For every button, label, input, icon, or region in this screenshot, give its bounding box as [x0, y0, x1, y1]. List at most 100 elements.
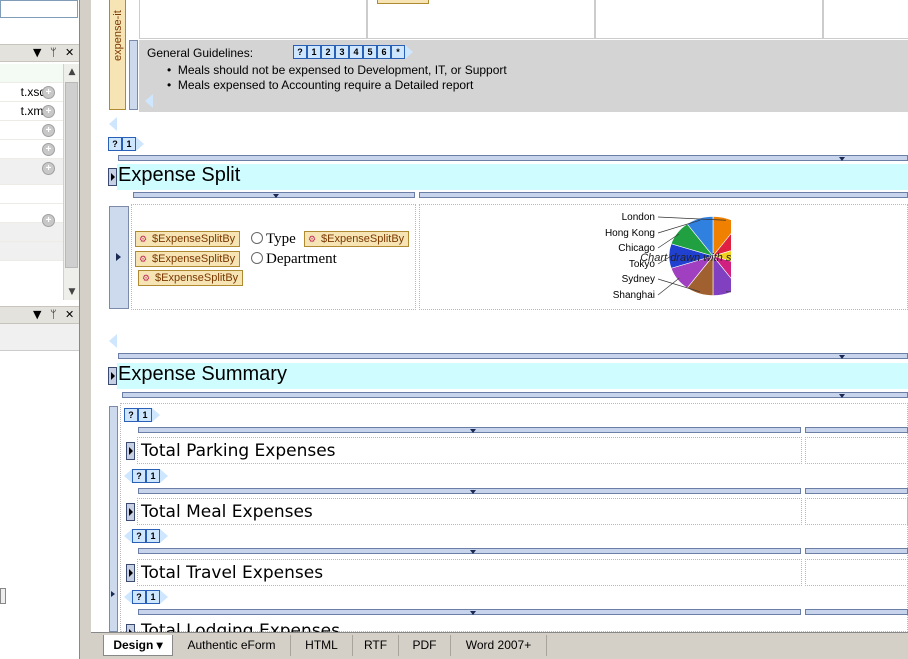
tab-pdf[interactable]: PDF [399, 635, 451, 656]
tab-help[interactable]: ? [132, 468, 146, 483]
column-bar[interactable] [118, 353, 908, 359]
guidelines-title: General Guidelines: [147, 46, 254, 60]
column-bar[interactable] [138, 548, 801, 554]
tab-1[interactable]: 1 [146, 528, 160, 543]
template-vertical-tab[interactable]: expense-it [109, 0, 126, 110]
column-bar[interactable] [138, 609, 801, 615]
column-bar[interactable] [805, 488, 908, 494]
guideline-tabs: ? 1 2 3 4 5 6 * [293, 44, 413, 59]
column-bar[interactable] [138, 488, 801, 494]
tab-rtf[interactable]: RTF [353, 635, 399, 656]
column-bar[interactable] [122, 392, 908, 398]
column-bar[interactable] [133, 192, 415, 198]
tab-help[interactable]: ? [132, 589, 146, 604]
tabs-end-arrow-icon [136, 136, 144, 151]
pie-label: Hong Kong [605, 228, 655, 239]
tabs-end-arrow-icon [152, 407, 160, 422]
scroll-down-icon[interactable]: ▼ [64, 284, 79, 300]
column-bar[interactable] [419, 192, 908, 198]
tab-add[interactable]: * [391, 44, 405, 59]
section-marker[interactable] [108, 168, 117, 186]
pin-icon[interactable]: ᛘ [50, 308, 57, 321]
vertical-scrollbar[interactable]: ▲ ▼ [63, 64, 79, 300]
radio-department[interactable] [251, 252, 263, 264]
row-label: Total Meal Expenses [141, 502, 313, 522]
dropdown-icon[interactable]: ▼ [33, 46, 41, 59]
table-cell [805, 437, 908, 464]
row-marker[interactable] [126, 564, 135, 582]
list-item[interactable] [0, 64, 64, 83]
field-tag[interactable]: ⚙ $ExpenseSplitBy [138, 270, 244, 286]
guideline-text: Meals should not be expensed to Developm… [177, 63, 507, 77]
tab-help[interactable]: ? [124, 407, 138, 422]
table-cell [367, 0, 595, 39]
scroll-thumb[interactable] [65, 82, 78, 268]
tab-6[interactable]: 6 [377, 44, 391, 59]
scroll-up-icon[interactable]: ▲ [64, 64, 79, 80]
tab-2[interactable]: 2 [321, 44, 335, 59]
pin-icon[interactable]: ᛘ [50, 46, 57, 59]
tab-authentic-eform[interactable]: Authentic eForm [173, 635, 291, 656]
small-tabs: ? 1 [124, 407, 160, 422]
close-icon[interactable]: ✕ [65, 46, 74, 59]
tab-design[interactable]: Design ▾ [103, 635, 173, 656]
field-tag[interactable]: ⚙ $ExpenseSplitBy [304, 231, 410, 247]
column-bar[interactable] [805, 427, 908, 433]
tab-1[interactable]: 1 [122, 136, 136, 151]
column-bar[interactable] [805, 609, 908, 615]
close-icon[interactable]: ✕ [65, 308, 74, 321]
tab-5[interactable]: 5 [363, 44, 377, 59]
add-icon[interactable]: + [42, 214, 55, 227]
row-marker[interactable] [109, 206, 129, 309]
add-icon[interactable]: + [42, 143, 55, 156]
row-marker[interactable] [129, 40, 138, 110]
add-icon[interactable]: + [42, 86, 55, 99]
tab-help[interactable]: ? [108, 136, 122, 151]
end-marker-icon [145, 94, 153, 108]
tab-html[interactable]: HTML [291, 635, 353, 656]
tab-1[interactable]: 1 [307, 44, 321, 59]
add-icon[interactable]: + [42, 124, 55, 137]
tab-3[interactable]: 3 [335, 44, 349, 59]
tab-1[interactable]: 1 [138, 407, 152, 422]
tabs-end-arrow-icon [160, 589, 168, 604]
field-tag[interactable]: ⚙ $ExpenseSplitBy [135, 251, 241, 267]
dropdown-icon[interactable]: ▼ [33, 308, 41, 321]
row-marker[interactable] [126, 624, 135, 632]
section-title: Expense Split [118, 164, 241, 186]
section-title: Expense Summary [118, 363, 287, 385]
section-marker[interactable] [108, 367, 117, 385]
pie-label: Sydney [622, 274, 655, 285]
left-panel-input[interactable] [0, 0, 78, 18]
add-icon[interactable]: + [42, 162, 55, 175]
tabs-start-arrow-icon [124, 589, 132, 604]
pane-header-top: ▼ ᛘ ✕ [0, 44, 79, 62]
column-bar[interactable] [118, 155, 908, 161]
list-item [0, 242, 64, 261]
end-marker-icon [109, 334, 117, 348]
column-bar[interactable] [138, 427, 801, 433]
radio-type[interactable] [251, 232, 263, 244]
row-marker[interactable] [126, 503, 135, 521]
tab-1[interactable]: 1 [146, 589, 160, 604]
field-tag[interactable]: ⚙ $ExpenseSplitBy [135, 231, 241, 247]
guideline-text: Meals expensed to Accounting require a D… [177, 78, 474, 92]
tab-word-2007[interactable]: Word 2007+ [451, 635, 547, 656]
tab-help[interactable]: ? [293, 44, 307, 59]
tabs-end-arrow-icon [160, 528, 168, 543]
row-marker[interactable] [109, 406, 118, 632]
scroll-handle[interactable] [0, 588, 6, 604]
small-tabs: ? 1 [124, 589, 168, 604]
row-marker[interactable] [126, 442, 135, 460]
add-icons-column: + + + + + + [42, 86, 56, 233]
row-label: Total Travel Expenses [141, 563, 324, 583]
section-header: Expense Summary [117, 363, 908, 389]
tab-1[interactable]: 1 [146, 468, 160, 483]
add-icon[interactable]: + [42, 105, 55, 118]
end-marker-icon [109, 117, 117, 131]
tab-help[interactable]: ? [132, 528, 146, 543]
column-bar[interactable] [805, 548, 908, 554]
tab-4[interactable]: 4 [349, 44, 363, 59]
field-tag-fragment[interactable] [377, 0, 429, 4]
radio-department-label: Department [266, 251, 337, 267]
